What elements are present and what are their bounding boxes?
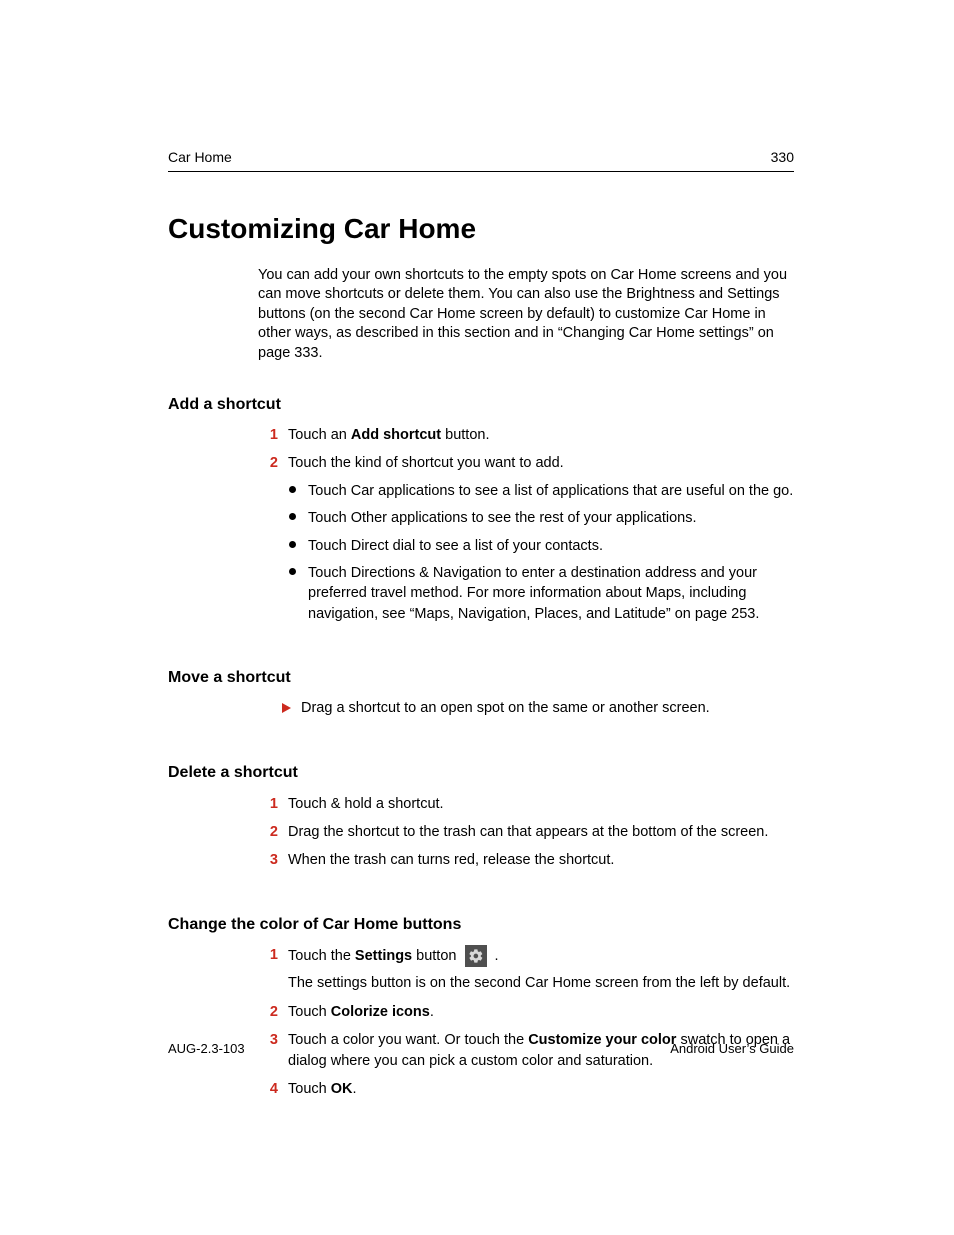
running-header: Car Home 330	[168, 148, 794, 172]
step-row: 1 Touch an Add shortcut button.	[258, 425, 794, 446]
bullet-body: Touch Other applications to see the rest…	[308, 508, 794, 528]
bold-text: Other applications	[351, 510, 468, 526]
page-footer: AUG-2.3-103 Android User’s Guide	[168, 1040, 794, 1058]
step-number: 2	[258, 822, 278, 843]
bold-text: Add shortcut	[351, 427, 441, 443]
text: Touch	[308, 483, 351, 499]
action-text: Drag a shortcut to an open spot on the s…	[301, 699, 794, 719]
step-row: 1 Touch the Settings button .	[258, 945, 794, 967]
section-heading-move: Move a shortcut	[168, 667, 794, 689]
step-row: 1 Touch & hold a shortcut.	[258, 794, 794, 815]
step-number: 2	[258, 1002, 278, 1023]
text: button.	[441, 427, 489, 443]
text: to see a list of applications that are u…	[455, 483, 794, 499]
text: Touch	[288, 1004, 331, 1020]
text: to see a list of your contacts.	[415, 538, 603, 554]
text: .	[352, 1081, 356, 1097]
step-body: When the trash can turns red, release th…	[288, 850, 794, 871]
page-title: Customizing Car Home	[168, 210, 794, 248]
intro-paragraph: You can add your own shortcuts to the em…	[258, 266, 794, 364]
section-heading-color: Change the color of Car Home buttons	[168, 914, 794, 936]
text: Touch	[288, 1081, 331, 1097]
bullet-icon	[284, 508, 300, 528]
step-number: 1	[258, 794, 278, 815]
bold-text: Directions & Navigation	[351, 565, 502, 581]
action-row: Drag a shortcut to an open spot on the s…	[282, 699, 794, 719]
text: Touch	[308, 538, 351, 554]
step-body: Touch Colorize icons.	[288, 1002, 794, 1023]
step-number: 4	[258, 1079, 278, 1100]
step-body: Touch & hold a shortcut.	[288, 794, 794, 815]
step-row: 2 Touch Colorize icons.	[258, 1002, 794, 1023]
text: to see the rest of your applications.	[468, 510, 697, 526]
step-number: 2	[258, 453, 278, 474]
footer-right: Android User’s Guide	[670, 1040, 794, 1058]
bold-text: Direct dial	[351, 538, 415, 554]
bold-text: OK	[331, 1081, 353, 1097]
bullet-row: Touch Car applications to see a list of …	[284, 481, 794, 501]
bullet-row: Touch Other applications to see the rest…	[284, 508, 794, 528]
bullet-body: Touch Direct dial to see a list of your …	[308, 536, 794, 556]
step-body: Touch an Add shortcut button.	[288, 425, 794, 446]
bullet-body: Touch Directions & Navigation to enter a…	[308, 563, 794, 624]
step-subtext: The settings button is on the second Car…	[288, 974, 794, 994]
section-heading-delete: Delete a shortcut	[168, 762, 794, 784]
step-number: 3	[258, 850, 278, 871]
triangle-icon	[282, 703, 291, 713]
step-row: 4 Touch OK.	[258, 1079, 794, 1100]
bullet-row: Touch Directions & Navigation to enter a…	[284, 563, 794, 624]
step-row: 2 Drag the shortcut to the trash can tha…	[258, 822, 794, 843]
bullet-icon	[284, 563, 300, 624]
text: Touch an	[288, 427, 351, 443]
text: button	[412, 948, 460, 964]
text: .	[491, 948, 499, 964]
bold-text: Colorize icons	[331, 1004, 430, 1020]
step-number: 1	[258, 425, 278, 446]
step-row: 2 Touch the kind of shortcut you want to…	[258, 453, 794, 474]
bullet-body: Touch Car applications to see a list of …	[308, 481, 794, 501]
bullet-icon	[284, 536, 300, 556]
section-heading-add: Add a shortcut	[168, 394, 794, 416]
footer-left: AUG-2.3-103	[168, 1040, 245, 1058]
step-row: 3 When the trash can turns red, release …	[258, 850, 794, 871]
step-number: 1	[258, 945, 278, 967]
step-body: Drag the shortcut to the trash can that …	[288, 822, 794, 843]
text: Touch the	[288, 948, 355, 964]
text: Touch	[308, 510, 351, 526]
step-body: Touch OK.	[288, 1079, 794, 1100]
bold-text: Car applications	[351, 483, 455, 499]
step-body: Touch the kind of shortcut you want to a…	[288, 453, 794, 474]
settings-icon	[465, 945, 487, 967]
bullet-icon	[284, 481, 300, 501]
bullet-row: Touch Direct dial to see a list of your …	[284, 536, 794, 556]
header-section: Car Home	[168, 148, 232, 167]
step-body: Touch the Settings button .	[288, 945, 794, 967]
header-page-number: 330	[771, 148, 794, 167]
bold-text: Settings	[355, 948, 412, 964]
document-page: Car Home 330 Customizing Car Home You ca…	[0, 0, 954, 1235]
text: Touch	[308, 565, 351, 581]
text: .	[430, 1004, 434, 1020]
